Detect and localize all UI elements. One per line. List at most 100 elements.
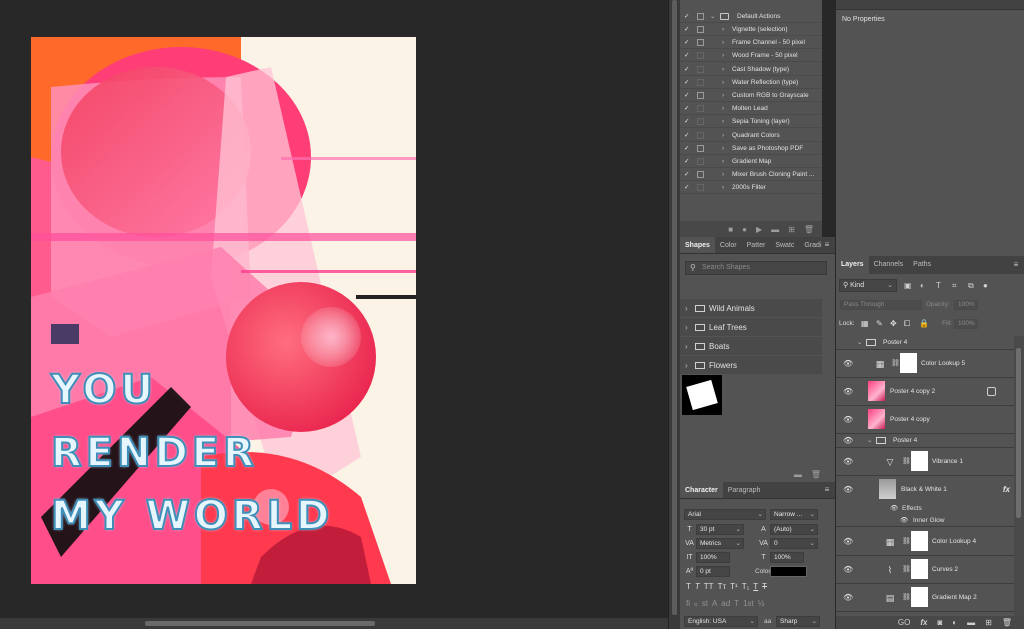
link-icon[interactable]: ⛓ [902,448,911,476]
play-icon[interactable]: ▶ [756,225,762,234]
document-canvas-area[interactable]: YOU RENDER MY WORLD [0,0,668,618]
language-select[interactable]: English: USA ⌄ [684,616,758,627]
link-icon[interactable]: ⛓ [902,584,911,612]
panel-menu-icon[interactable]: ≡ [823,485,831,495]
layer-thumbnail[interactable] [868,381,885,401]
layer-color-lookup-4[interactable]: 👁 ▦ ⛓ Color Lookup 4 [836,528,1014,556]
layer-thumbnail[interactable] [868,409,885,429]
swash-button[interactable]: A [712,599,717,608]
chevron-right-icon[interactable]: › [722,49,728,62]
titling-alt-button[interactable]: T [734,599,739,608]
record-icon[interactable]: ● [742,225,747,234]
layers-scrollbar[interactable] [1014,336,1024,616]
antialias-select[interactable]: Sharp ⌄ [776,616,820,627]
fill-field[interactable]: 100% [954,319,978,329]
action-item[interactable]: ✓ › Wood Frame - 50 pixel [680,49,822,63]
dialog-toggle-icon[interactable] [697,92,704,99]
new-action-icon[interactable]: ⊞ [788,225,795,234]
chevron-right-icon[interactable]: › [722,102,728,115]
panel-menu-icon[interactable]: ≡ [1012,260,1020,270]
shape-group-boats[interactable]: › Boats [680,337,822,356]
chevron-right-icon[interactable]: › [722,168,728,181]
link-layers-icon[interactable]: GO [898,618,910,627]
superscript-button[interactable]: T¹ [730,582,738,591]
layer-color-lookup-5[interactable]: 👁 ▦ ⛓ Color Lookup 5 [836,350,1014,378]
chevron-down-icon[interactable]: ⌄ [710,10,716,23]
lock-transparent-icon[interactable]: ▦ [861,318,869,330]
eye-icon[interactable]: 👁 [843,476,853,504]
small-caps-button[interactable]: Tт [718,582,727,591]
shape-filter-icon[interactable]: ⌗ [952,280,957,291]
add-mask-icon[interactable]: ◙ [937,618,942,627]
toggle-check-icon[interactable]: ✓ [684,36,692,49]
layer-poster-4-copy[interactable]: 👁 Poster 4 copy [836,406,1014,434]
underline-button[interactable]: T [753,582,758,591]
eye-icon[interactable]: 👁 [843,378,853,406]
discretionary-ligature-button[interactable]: st [702,599,708,608]
new-group-icon[interactable]: ▬ [967,618,975,627]
shape-group-leaf-trees[interactable]: › Leaf Trees [680,318,822,337]
adjustment-filter-icon[interactable]: ◐ [920,280,925,291]
eye-icon[interactable]: 👁 [900,515,908,527]
dialog-toggle-icon[interactable] [697,105,704,113]
eye-icon[interactable]: 👁 [843,434,853,448]
dialog-toggle-icon[interactable] [697,65,704,73]
layer-effects-row[interactable]: 👁 Effects [836,503,1014,515]
dialog-toggle-icon[interactable] [697,158,704,165]
layer-group-poster-4[interactable]: ⌄ Poster 4 [836,336,1014,350]
lock-artboard-icon[interactable]: ⧠ [904,318,910,330]
vertical-scale-field[interactable]: 100% [696,552,730,563]
stop-icon[interactable]: ■ [728,225,733,234]
faux-bold-button[interactable]: T [686,582,691,591]
layer-mask-thumbnail[interactable] [911,451,928,471]
fx-icon[interactable]: fx [1003,476,1010,504]
tab-character[interactable]: Character [680,482,723,498]
stylistic-alt-button[interactable]: ad [721,599,730,608]
fractions-button[interactable]: ½ [758,599,765,608]
ligature-button[interactable]: fi [686,599,690,608]
faux-italic-button[interactable]: T [695,582,700,591]
dialog-toggle-icon[interactable] [697,184,704,192]
tab-layers[interactable]: Layers [836,256,869,274]
add-style-icon[interactable]: fx [920,618,927,627]
smart-object-filter-icon[interactable]: ⧉ [968,280,974,291]
action-item[interactable]: ✓ › Gradient Map [680,155,822,168]
tab-channels[interactable]: Channels [869,256,909,274]
all-caps-button[interactable]: TT [704,582,714,591]
action-item[interactable]: ✓ › Save as Photoshop PDF [680,142,822,155]
action-item[interactable]: ✓ › Frame Channel - 50 pixel [680,36,822,50]
lock-position-icon[interactable]: ✥ [890,318,897,330]
font-style-select[interactable]: Narrow ... ⌄ [770,509,818,520]
folder-icon[interactable]: ▬ [794,470,802,479]
layer-thumbnail[interactable] [879,479,896,499]
chevron-right-icon[interactable]: › [722,129,728,142]
dialog-toggle-icon[interactable] [697,171,704,179]
layer-mask-thumbnail[interactable] [911,559,928,579]
trash-icon[interactable]: 🗑 [811,470,821,479]
dialog-toggle-icon[interactable] [697,13,704,20]
toggle-check-icon[interactable]: ✓ [684,76,692,89]
layer-curves-2[interactable]: 👁 ⌇ ⛓ Curves 2 [836,556,1014,584]
adjustment-layer-icon[interactable]: ◐ [952,618,957,627]
toggle-check-icon[interactable]: ✓ [684,102,692,115]
toggle-check-icon[interactable]: ✓ [684,115,692,128]
lock-image-icon[interactable]: ✎ [876,318,883,330]
filter-toggle-icon[interactable]: ● [983,280,988,291]
trash-icon[interactable]: 🗑 [1002,618,1012,627]
dialog-toggle-icon[interactable] [697,144,704,152]
hscroll-thumb[interactable] [145,621,375,626]
blend-mode-select[interactable]: Pass Through [840,300,922,310]
font-size-field[interactable]: 30 pt ⌄ [696,524,744,535]
action-item[interactable]: ✓ › Cast Shadow (type) [680,63,822,76]
layer-mask-thumbnail[interactable] [911,531,928,551]
shape-group-flowers[interactable]: › Flowers [680,356,822,375]
action-item[interactable]: ✓ › Quadrant Colors [680,129,822,142]
toggle-check-icon[interactable]: ✓ [684,129,692,142]
chevron-right-icon[interactable]: › [722,155,728,168]
chevron-down-icon[interactable]: ⌄ [857,336,862,350]
action-item[interactable]: ✓ › Molten Lead [680,102,822,116]
layer-gradient-map-2[interactable]: 👁 ▤ ⛓ Gradient Map 2 [836,584,1014,612]
panel-menu-icon[interactable]: ≡ [823,240,831,250]
layer-black-white-1[interactable]: 👁 Black & White 1 fx [836,476,1014,504]
chevron-right-icon[interactable]: › [722,142,728,155]
